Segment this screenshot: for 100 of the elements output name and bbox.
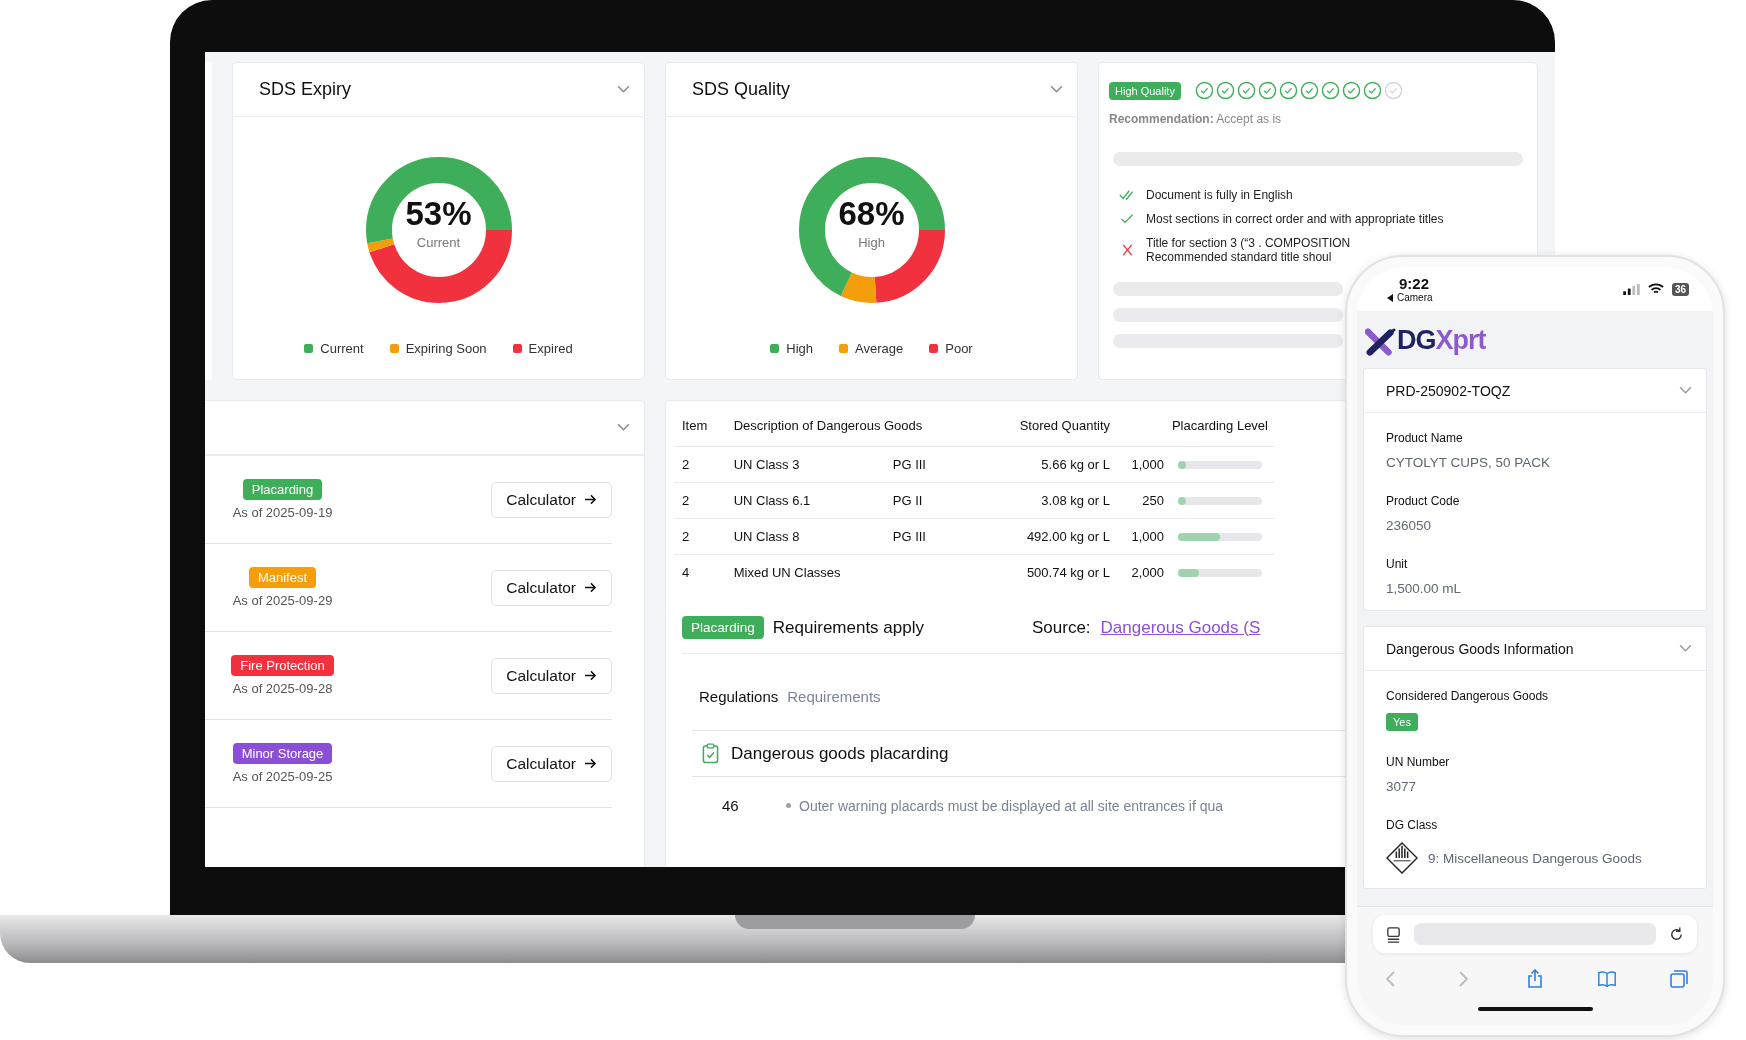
column-header: Placarding Level [1116, 405, 1274, 447]
wifi-icon [1647, 283, 1664, 295]
date-text: As of 2025-09-29 [232, 593, 333, 608]
table-cell: 2,000 [1116, 554, 1170, 590]
signal-icon [1622, 283, 1640, 295]
finding-text: Most sections in correct order and with appropriate titles [1146, 212, 1444, 226]
table-cell: UN Class 8 [725, 518, 885, 555]
source-link[interactable]: Dangerous Goods (S [1100, 617, 1261, 638]
table-cell: 500.74 kg or L [978, 554, 1116, 590]
legend-label: Average [855, 341, 904, 356]
battery-level: 36 [1671, 282, 1689, 296]
arrow-right-icon [584, 758, 597, 769]
finding-text: Title for section 3 (“3 . COMPOSITION [1146, 236, 1351, 250]
check-icon [1119, 213, 1136, 225]
table-cell: 492.00 kg or L [978, 518, 1116, 555]
hazard-diamond-icon [1386, 842, 1418, 874]
table-cell: 2 [674, 482, 726, 519]
column-header: Item [674, 405, 726, 447]
category-tag: Minor Storage [232, 743, 333, 764]
column-header: Stored Quantity [978, 405, 1116, 447]
calculator-button[interactable]: Calculator [491, 745, 612, 782]
chevron-down-icon[interactable] [617, 423, 630, 432]
back-triangle-icon [1387, 293, 1393, 302]
arrow-right-icon [584, 582, 597, 593]
table-cell: PG III [892, 457, 926, 472]
share-icon[interactable] [1525, 969, 1545, 989]
percentage-value: 53% [405, 195, 472, 233]
reload-icon[interactable] [1668, 925, 1685, 943]
category-tag: Placarding [242, 479, 323, 500]
field-label: Product Code [1386, 494, 1460, 508]
calculator-button[interactable]: Calculator [491, 481, 612, 518]
status-time: 9:22 [1399, 275, 1431, 292]
category-tag: Fire Protection [231, 655, 334, 676]
table-cell: 2 [674, 446, 726, 483]
tabs-icon[interactable] [1669, 969, 1689, 989]
arrow-right-icon [584, 670, 597, 681]
category-tag: Manifest [248, 567, 317, 588]
field-label: UN Number [1386, 755, 1450, 769]
field-label: Unit [1386, 557, 1408, 571]
status-badge: Yes [1386, 713, 1418, 731]
legend-label: Poor [945, 341, 973, 356]
back-app-link[interactable]: Camera [1397, 292, 1433, 303]
book-icon[interactable] [1597, 969, 1617, 989]
double-check-icon [1119, 189, 1136, 201]
table-cell: 1,000 [1116, 518, 1170, 555]
card-title: SDS Quality [692, 79, 791, 100]
table-cell: 1,000 [1116, 446, 1170, 483]
percentage-value: 68% [838, 195, 905, 233]
legend-label: Expiring Soon [405, 341, 487, 356]
column-header: Description of Dangerous Goods [725, 405, 979, 447]
table-cell: 4 [674, 554, 726, 590]
calculator-button[interactable]: Calculator [491, 569, 612, 606]
finding-note: Recommended standard title shoul [1146, 250, 1333, 264]
tab[interactable]: Regulations [699, 688, 779, 705]
arrow-right-icon [584, 494, 597, 505]
recommendation-text: Recommendation: Accept as is [1109, 112, 1283, 126]
table-cell: 5.66 kg or L [978, 446, 1116, 483]
field-label: Considered Dangerous Goods [1386, 689, 1549, 703]
rule-text: Outer warning placards must be displayed at all site entrances if qua [799, 797, 1224, 814]
bullet-icon [786, 803, 791, 808]
table-cell: PG III [892, 529, 926, 544]
table-cell: Mixed UN Classes [725, 554, 885, 590]
donut-caption: Current [416, 235, 461, 250]
field-value: CYTOLYT CUPS, 50 PACK [1386, 455, 1551, 470]
card-title: Dangerous Goods Information [1386, 640, 1574, 657]
line-number: 46 [722, 797, 740, 814]
calculator-button[interactable]: Calculator [491, 657, 612, 694]
table-cell: 2 [674, 518, 726, 555]
field-value: 1,500.00 mL [1386, 581, 1462, 596]
table-cell: UN Class 6.1 [725, 482, 885, 519]
field-value: 236050 [1386, 518, 1432, 533]
source-label: Source: [1032, 617, 1091, 638]
legend-label: Current [320, 341, 364, 356]
chevron-down-icon[interactable] [1679, 644, 1692, 653]
date-text: As of 2025-09-25 [232, 769, 333, 784]
field-label: Product Name [1386, 431, 1463, 445]
legend-label: Expired [528, 341, 573, 356]
card-title: SDS Expiry [259, 79, 352, 100]
donut-caption: High [858, 235, 885, 250]
finding-text: Document is fully in English [1146, 188, 1293, 202]
date-text: As of 2025-09-28 [232, 681, 333, 696]
chevron-down-icon[interactable] [617, 85, 630, 94]
category-tag: Placarding [682, 616, 764, 639]
clipboard-check-icon [702, 743, 719, 764]
field-value: 3077 [1386, 779, 1417, 794]
chevron-down-icon[interactable] [1679, 386, 1692, 395]
reader-icon[interactable] [1385, 925, 1402, 943]
date-text: As of 2025-09-19 [232, 505, 333, 520]
logo-mark-icon [1365, 328, 1397, 356]
table-cell: UN Class 3 [725, 446, 885, 483]
tab[interactable]: Requirements [787, 688, 881, 705]
field-value: 9: Miscellaneous Dangerous Goods [1428, 850, 1642, 866]
table-cell: 3.08 kg or L [978, 482, 1116, 519]
legend-label: High [786, 341, 814, 356]
chevron-down-icon[interactable] [1050, 85, 1063, 94]
field-label: DG Class [1386, 818, 1438, 832]
quality-badge: High Quality [1109, 81, 1181, 100]
requirement-text: Requirements apply [772, 617, 924, 638]
section-title: Dangerous goods placarding [731, 743, 949, 764]
table-cell: PG II [892, 493, 923, 508]
